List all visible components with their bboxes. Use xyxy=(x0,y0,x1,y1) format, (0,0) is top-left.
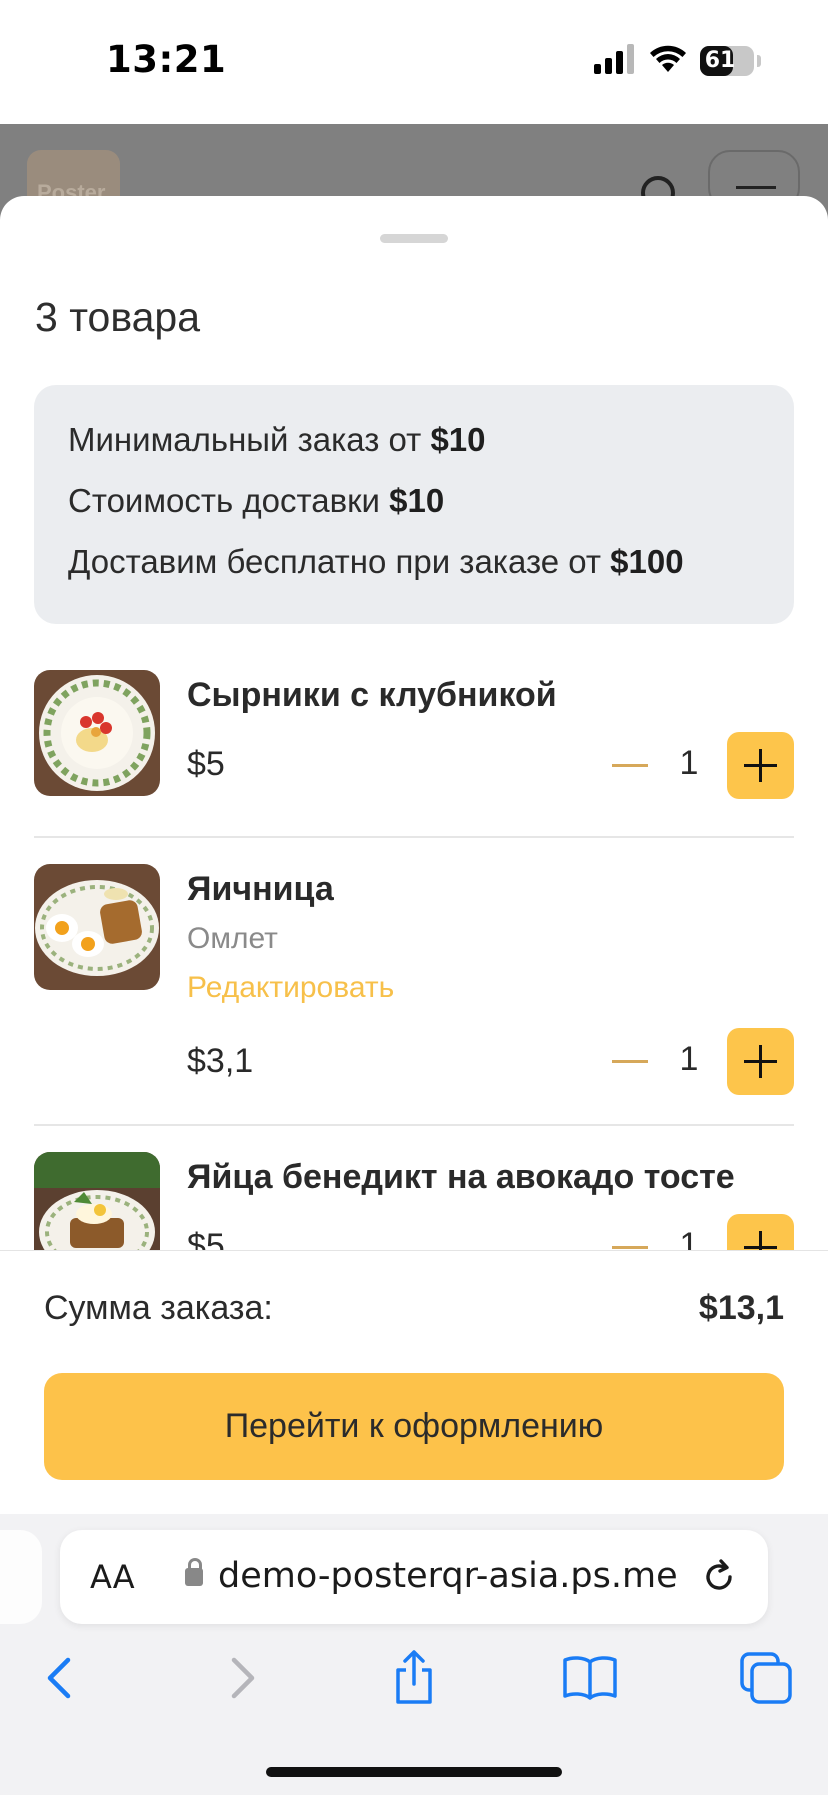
item-name: Яичница xyxy=(187,870,334,908)
address-bar[interactable]: AA demo-posterqr-asia.ps.me xyxy=(60,1530,768,1624)
reader-options-button[interactable]: AA xyxy=(90,1558,135,1596)
free-delivery-value: $100 xyxy=(610,543,684,580)
free-delivery-line: Доставим бесплатно при заказе от $100 xyxy=(68,543,684,581)
item-name: Яйца бенедикт на авокадо тосте xyxy=(187,1158,735,1196)
back-icon[interactable] xyxy=(32,1648,92,1708)
decrease-quantity-button[interactable] xyxy=(612,1060,648,1063)
delivery-cost-value: $10 xyxy=(389,482,445,519)
browser-toolbar: AA demo-posterqr-asia.ps.me xyxy=(0,1514,828,1795)
battery-cap xyxy=(757,55,761,67)
item-name: Сырники с клубникой xyxy=(187,676,557,714)
status-time: 13:21 xyxy=(106,38,227,81)
min-order-line: Минимальный заказ от $10 xyxy=(68,421,486,459)
bookmarks-icon[interactable] xyxy=(560,1648,620,1708)
decrease-quantity-button[interactable] xyxy=(612,1246,648,1249)
increase-quantity-button[interactable] xyxy=(727,1214,794,1250)
text-size-label: AA xyxy=(90,1558,135,1596)
cart-item: Яичница Омлет Редактировать $3,1 1 xyxy=(34,864,794,1104)
cart-item: Яйца бенедикт на авокадо тосте $5 1 xyxy=(34,1152,794,1250)
item-quantity: 1 xyxy=(679,1040,699,1078)
tabs-icon[interactable] xyxy=(736,1648,796,1708)
edit-item-link[interactable]: Редактировать xyxy=(187,971,394,1005)
checkout-button[interactable]: Перейти к оформлению xyxy=(44,1373,784,1480)
item-modifier: Омлет xyxy=(187,922,278,955)
delivery-cost-line: Стоимость доставки $10 xyxy=(68,482,444,520)
delivery-cost-label: Стоимость доставки xyxy=(68,482,390,519)
cart-sheet: 3 товара Минимальный заказ от $10 Стоимо… xyxy=(0,196,828,1250)
item-price: $3,1 xyxy=(187,1042,254,1080)
cart-footer: Сумма заказа: $13,1 Перейти к оформлению xyxy=(0,1250,828,1514)
increase-quantity-button[interactable] xyxy=(727,1028,794,1095)
min-order-value: $10 xyxy=(430,421,486,458)
cart-item: Сырники с клубникой $5 1 xyxy=(34,670,794,800)
decrease-quantity-button[interactable] xyxy=(612,764,648,767)
previous-tab-peek[interactable] xyxy=(0,1530,42,1624)
cart-title: 3 товара xyxy=(35,294,201,340)
item-quantity: 1 xyxy=(679,744,699,782)
item-divider xyxy=(34,1124,794,1126)
item-divider xyxy=(34,836,794,838)
item-photo[interactable] xyxy=(34,1152,160,1250)
delivery-info-box: Минимальный заказ от $10 Стоимость доста… xyxy=(34,385,794,624)
item-price: $5 xyxy=(187,1227,225,1250)
battery-percent: 61 xyxy=(704,48,736,73)
item-quantity: 1 xyxy=(679,1226,699,1250)
order-total-label: Сумма заказа: xyxy=(44,1289,273,1327)
home-indicator xyxy=(266,1767,562,1777)
free-delivery-label: Доставим бесплатно при заказе от xyxy=(68,543,611,580)
order-total-value: $13,1 xyxy=(698,1289,784,1327)
lock-icon xyxy=(185,1558,203,1586)
wifi-icon xyxy=(650,45,686,72)
item-photo[interactable] xyxy=(34,670,160,796)
forward-icon[interactable] xyxy=(210,1648,270,1708)
battery-icon: 61 xyxy=(700,46,754,76)
url-text[interactable]: demo-posterqr-asia.ps.me xyxy=(218,1556,678,1596)
item-price: $5 xyxy=(187,745,225,783)
browser-nav-row xyxy=(0,1648,828,1728)
share-icon[interactable] xyxy=(384,1648,444,1708)
min-order-label: Минимальный заказ от xyxy=(68,421,431,458)
cellular-signal-icon xyxy=(594,44,634,74)
item-photo[interactable] xyxy=(34,864,160,990)
increase-quantity-button[interactable] xyxy=(727,732,794,799)
sheet-grabber[interactable] xyxy=(380,234,448,243)
status-bar: 13:21 61 xyxy=(0,0,828,124)
reload-icon[interactable] xyxy=(700,1558,738,1596)
